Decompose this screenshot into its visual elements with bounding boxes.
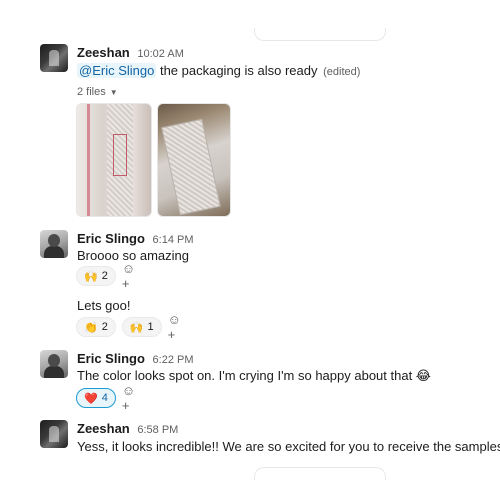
user-mention[interactable]: @Eric Slingo [77,63,157,78]
timestamp[interactable]: 6:58 PM [137,424,178,436]
date-divider[interactable] [254,467,386,480]
file-thumbnail-2[interactable] [157,103,231,217]
avatar[interactable] [40,230,68,258]
file-thumbnail-1[interactable] [76,103,152,217]
timestamp[interactable]: 6:22 PM [153,354,194,366]
message-text: the packaging is also ready [156,63,318,78]
message-text: Yess, it looks incredible!! We are so ex… [77,439,500,454]
avatar[interactable] [40,420,68,448]
message-text: The color looks spot on. I'm crying I'm … [77,368,431,383]
reaction-clap[interactable]: 👏 2 [76,317,116,337]
reaction-bar: 🙌 2 ☺+ [76,261,142,291]
reaction-raised-hands[interactable]: 🙌 1 [121,317,162,337]
timestamp[interactable]: 10:02 AM [137,48,183,60]
avatar[interactable] [40,44,68,72]
caret-down-icon: ▼ [109,88,118,97]
add-reaction-icon[interactable]: ☺+ [122,383,142,413]
reaction-bar: ❤️ 4 ☺+ [76,383,142,413]
author-name[interactable]: Eric Slingo [77,351,145,366]
add-reaction-icon[interactable]: ☺+ [168,312,188,342]
avatar[interactable] [40,350,68,378]
timestamp[interactable]: 6:14 PM [153,234,194,246]
author-name[interactable]: Zeeshan [77,421,130,436]
reaction-raised-hands[interactable]: 🙌 2 [76,266,116,286]
author-name[interactable]: Zeeshan [77,45,130,60]
message-text: Lets goo! [77,298,131,313]
edited-tag: (edited) [323,66,361,78]
reaction-bar: 👏 2 🙌 1 ☺+ [76,312,188,342]
add-reaction-icon[interactable]: ☺+ [122,261,142,291]
date-divider[interactable] [254,28,386,41]
files-toggle[interactable]: 2 files ▼ [77,86,118,98]
author-name[interactable]: Eric Slingo [77,231,145,246]
reaction-heart[interactable]: ❤️ 4 [76,388,116,408]
